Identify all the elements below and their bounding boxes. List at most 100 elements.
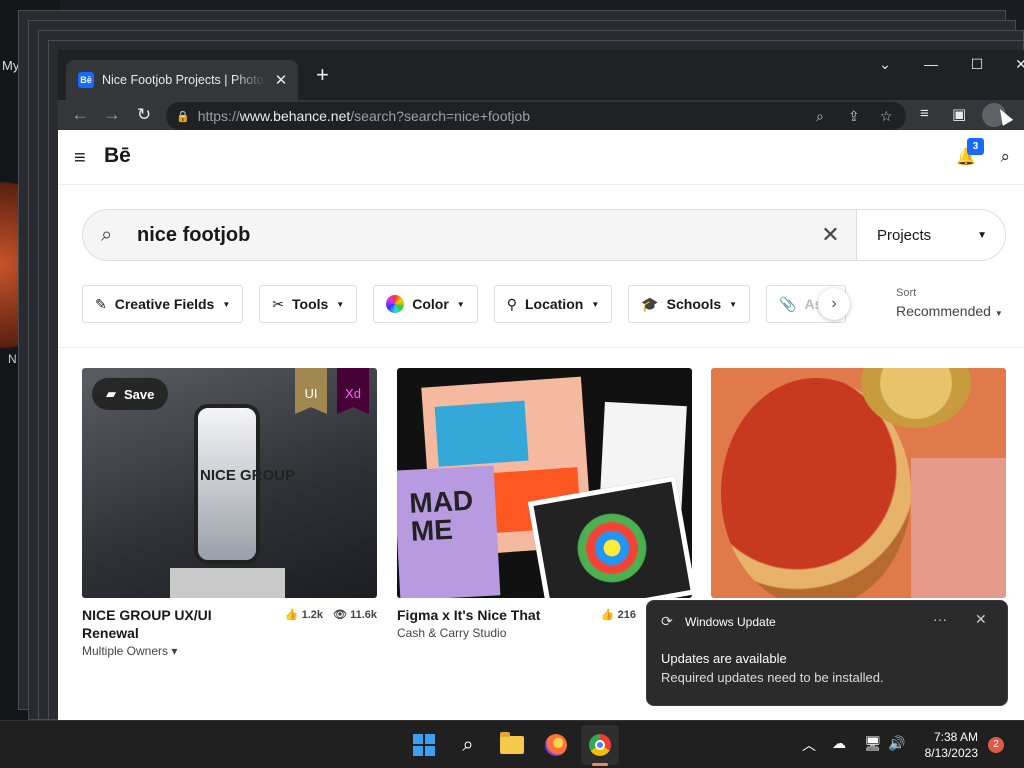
- search-type-label: Projects: [877, 226, 932, 244]
- project-stats: 👍 216: [601, 608, 636, 621]
- toast-app-name: Windows Update: [685, 615, 776, 629]
- color-wheel-icon: [386, 295, 405, 313]
- windows-logo-icon: [413, 734, 435, 756]
- reload-icon[interactable]: ↻: [132, 103, 156, 127]
- chevron-down-icon: ▼: [591, 299, 600, 309]
- tab-close-icon[interactable]: ✕: [272, 71, 290, 89]
- firefox-icon[interactable]: [542, 731, 570, 759]
- filter-creative-fields[interactable]: ✎ Creative Fields ▼: [82, 285, 244, 323]
- project-thumbnail[interactable]: [711, 368, 1006, 598]
- clock-time: 7:38 AM: [933, 730, 978, 744]
- desktop-label[interactable]: N: [8, 352, 17, 366]
- chevron-down-icon: ▼: [456, 299, 465, 309]
- start-button[interactable]: [410, 731, 438, 759]
- filter-label: Tools: [292, 296, 329, 312]
- sort-dropdown[interactable]: Sort Recommended ▼: [896, 287, 1003, 319]
- more-options-icon[interactable]: ···: [933, 611, 947, 627]
- share-icon[interactable]: ⇪: [848, 108, 860, 125]
- filter-location[interactable]: ⚲ Location ▼: [493, 285, 613, 323]
- url-text[interactable]: https://www.behance.net/search?search=ni…: [198, 108, 530, 124]
- thumbnail-text: NICE GROUP: [200, 467, 296, 484]
- views-count: 👁 11.6k: [333, 609, 377, 621]
- pedestal: [170, 568, 285, 598]
- filter-label: Location: [524, 296, 584, 312]
- eye-icon: 👁: [333, 609, 348, 621]
- close-icon[interactable]: ✕: [975, 611, 987, 628]
- desktop-label[interactable]: My: [2, 58, 19, 73]
- media-control-icon[interactable]: ≡: [920, 105, 929, 122]
- phone-mockup: [194, 404, 260, 564]
- paperclip-icon: 📎: [779, 295, 797, 312]
- title-bar: Bē Nice Footjob Projects | Photos, video…: [58, 50, 1024, 100]
- new-tab-button[interactable]: +: [316, 64, 329, 86]
- cloud-offline-icon[interactable]: ☁: [832, 735, 846, 752]
- project-card[interactable]: NICE GROUP ▰ Save UI Xd 👍 1.2k 👁 11.6k NI…: [82, 368, 377, 658]
- sync-icon: ⟳: [661, 613, 673, 629]
- save-label: Save: [124, 386, 155, 402]
- side-panel-icon[interactable]: ▣: [952, 105, 966, 123]
- maximize-button[interactable]: ☐: [962, 56, 992, 73]
- chevron-down-icon: ▼: [336, 299, 345, 309]
- project-thumbnail[interactable]: MAD ME: [397, 368, 692, 598]
- notification-center-badge[interactable]: 2: [988, 737, 1004, 753]
- filter-scroll-right-icon[interactable]: ›: [818, 288, 850, 320]
- toast-title: Updates are available: [661, 651, 787, 666]
- browser-toolbar: ← → ↻ 🔒 https://www.behance.net/search?s…: [58, 100, 1024, 130]
- creative-fields-icon: ✎: [95, 295, 107, 312]
- thumbs-up-icon: 👍: [284, 609, 299, 621]
- poster-image: MAD ME: [397, 465, 501, 598]
- file-explorer-icon[interactable]: [498, 731, 526, 759]
- address-bar[interactable]: 🔒 https://www.behance.net/search?search=…: [166, 102, 906, 130]
- filter-label: Creative Fields: [114, 296, 215, 312]
- location-pin-icon: ⚲: [506, 295, 517, 312]
- hamburger-menu-icon[interactable]: ≡: [74, 147, 86, 170]
- filter-color[interactable]: Color ▼: [373, 285, 478, 323]
- behance-logo[interactable]: Bē: [104, 144, 131, 168]
- project-card[interactable]: MAD ME 👍 216 Figma x It's Nice That Cash…: [397, 368, 692, 640]
- windows-update-toast[interactable]: ⟳ Windows Update ··· ✕ Updates are avail…: [646, 600, 1008, 706]
- forward-arrow-icon[interactable]: →: [100, 103, 124, 127]
- tools-icon: ✂: [272, 295, 284, 312]
- search-type-dropdown[interactable]: Projects ▼: [857, 210, 1005, 260]
- chevron-down-icon: ▼: [729, 299, 738, 309]
- chevron-down-icon: ▼: [222, 299, 231, 309]
- network-icon[interactable]: 🖥: [864, 735, 882, 752]
- close-window-button[interactable]: ✕: [1006, 56, 1024, 73]
- chevron-down-icon: ▼: [977, 229, 987, 241]
- divider: [58, 347, 1024, 348]
- zoom-search-icon[interactable]: ⌕: [816, 108, 824, 125]
- browser-tab[interactable]: Bē Nice Footjob Projects | Photos, video…: [66, 60, 298, 100]
- filter-tools[interactable]: ✂ Tools ▼: [259, 285, 358, 323]
- header-search-icon[interactable]: ⌕: [1000, 147, 1010, 167]
- bookmark-star-icon[interactable]: ☆: [880, 108, 893, 125]
- graduation-cap-icon: 🎓: [641, 295, 659, 312]
- lock-icon[interactable]: 🔒: [176, 110, 190, 123]
- likes-count: 👍 1.2k: [284, 609, 324, 621]
- tab-search-chevron-icon[interactable]: ⌄: [870, 56, 900, 73]
- folder-icon: ▰: [106, 386, 116, 401]
- taskbar-search-icon[interactable]: ⌕: [454, 731, 482, 759]
- search-icon: ⌕: [101, 223, 113, 246]
- chrome-icon[interactable]: [586, 731, 614, 759]
- search-input[interactable]: [137, 223, 805, 247]
- thumbs-up-icon: 👍: [600, 609, 615, 621]
- sort-value: Recommended: [896, 303, 991, 319]
- paper-image: [911, 458, 1006, 598]
- back-arrow-icon[interactable]: ←: [68, 103, 92, 127]
- volume-icon[interactable]: 🔊: [888, 735, 905, 752]
- save-button[interactable]: ▰ Save: [92, 378, 169, 410]
- project-card[interactable]: [711, 368, 1006, 598]
- show-hidden-icons-chevron-icon[interactable]: ︿: [802, 735, 816, 755]
- clock-date: 8/13/2023: [924, 746, 978, 760]
- project-stats: 👍 1.2k 👁 11.6k: [285, 608, 377, 621]
- search-bar: ⌕ ✕ Projects ▼: [82, 209, 1006, 261]
- clear-search-icon[interactable]: ✕: [805, 210, 857, 260]
- project-title[interactable]: NICE GROUP UX/UI Renewal: [82, 606, 272, 642]
- system-clock[interactable]: 7:38 AM 8/13/2023: [918, 729, 978, 761]
- filter-schools[interactable]: 🎓 Schools ▼: [628, 285, 751, 323]
- project-owner[interactable]: Multiple Owners ▾: [82, 644, 377, 658]
- project-thumbnail[interactable]: NICE GROUP ▰ Save UI Xd: [82, 368, 377, 598]
- chevron-down-icon: ▼: [994, 309, 1003, 318]
- ui-badge: UI: [295, 368, 327, 414]
- minimize-button[interactable]: —: [916, 56, 946, 72]
